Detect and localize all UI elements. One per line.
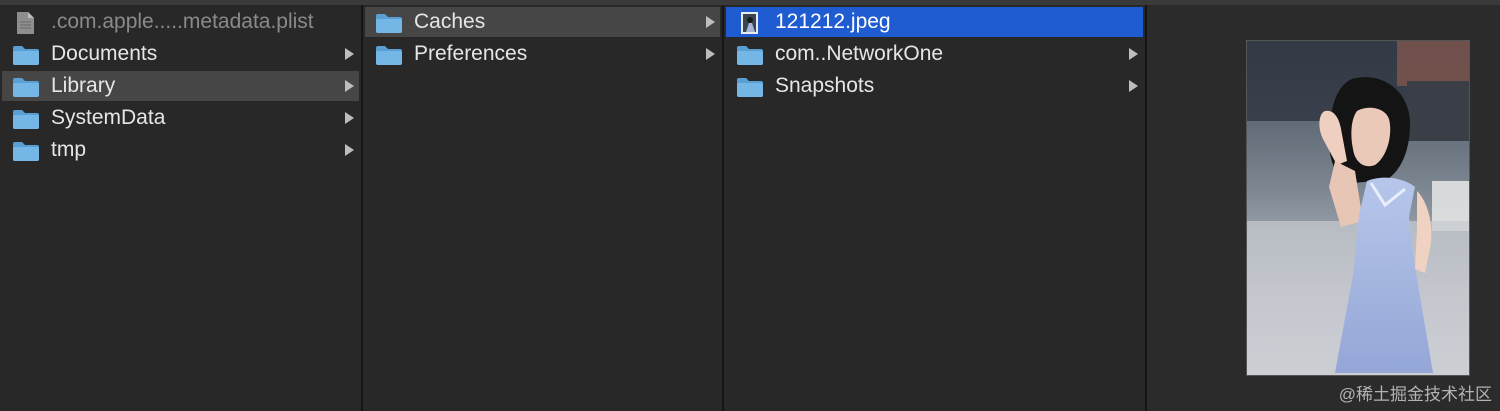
list-item-preferences[interactable]: Preferences (365, 39, 720, 69)
folder-icon (12, 44, 40, 65)
list-item-121212-jpeg[interactable]: 121212.jpeg (726, 7, 1143, 37)
list-item-metadata-plist[interactable]: .com.apple.....metadata.plist (2, 7, 359, 37)
finder-column-3: 121212.jpeg com..NetworkOne Snapshots (724, 5, 1147, 411)
list-item-tmp[interactable]: tmp (2, 135, 359, 165)
list-item-library[interactable]: Library (2, 71, 359, 101)
list-item-caches[interactable]: Caches (365, 7, 720, 37)
list-item-snapshots[interactable]: Snapshots (726, 71, 1143, 101)
finder-column-2: Caches Preferences (363, 5, 724, 411)
list-item-documents[interactable]: Documents (2, 39, 359, 69)
item-label: .com.apple.....metadata.plist (51, 10, 314, 33)
preview-pane: @稀土掘金技术社区 (1147, 5, 1500, 411)
item-label: com..NetworkOne (775, 42, 944, 65)
item-label: Caches (414, 10, 486, 33)
item-label: 121212.jpeg (775, 10, 891, 33)
chevron-right-icon (1129, 80, 1138, 92)
item-label: Library (51, 74, 116, 97)
folder-icon (12, 140, 40, 161)
chevron-right-icon (345, 112, 354, 124)
item-label: tmp (51, 138, 87, 161)
folder-icon (375, 44, 403, 65)
document-icon (12, 12, 40, 34)
watermark: @稀土掘金技术社区 (1338, 385, 1492, 404)
folder-icon (736, 76, 764, 97)
folder-icon (736, 44, 764, 65)
image-thumbnail-icon (736, 12, 764, 34)
item-label: Snapshots (775, 74, 875, 97)
photo-preview[interactable] (1246, 40, 1470, 376)
folder-icon (12, 108, 40, 129)
item-label: Documents (51, 42, 158, 65)
chevron-right-icon (345, 80, 354, 92)
chevron-right-icon (706, 48, 715, 60)
list-item-com-networkone[interactable]: com..NetworkOne (726, 39, 1143, 69)
item-label: Preferences (414, 42, 528, 65)
chevron-right-icon (345, 48, 354, 60)
list-item-systemdata[interactable]: SystemData (2, 103, 359, 133)
chevron-right-icon (706, 16, 715, 28)
chevron-right-icon (345, 144, 354, 156)
folder-icon (375, 12, 403, 33)
finder-column-1: .com.apple.....metadata.plist Documents … (0, 5, 363, 411)
item-label: SystemData (51, 106, 166, 129)
folder-icon (12, 76, 40, 97)
chevron-right-icon (1129, 48, 1138, 60)
